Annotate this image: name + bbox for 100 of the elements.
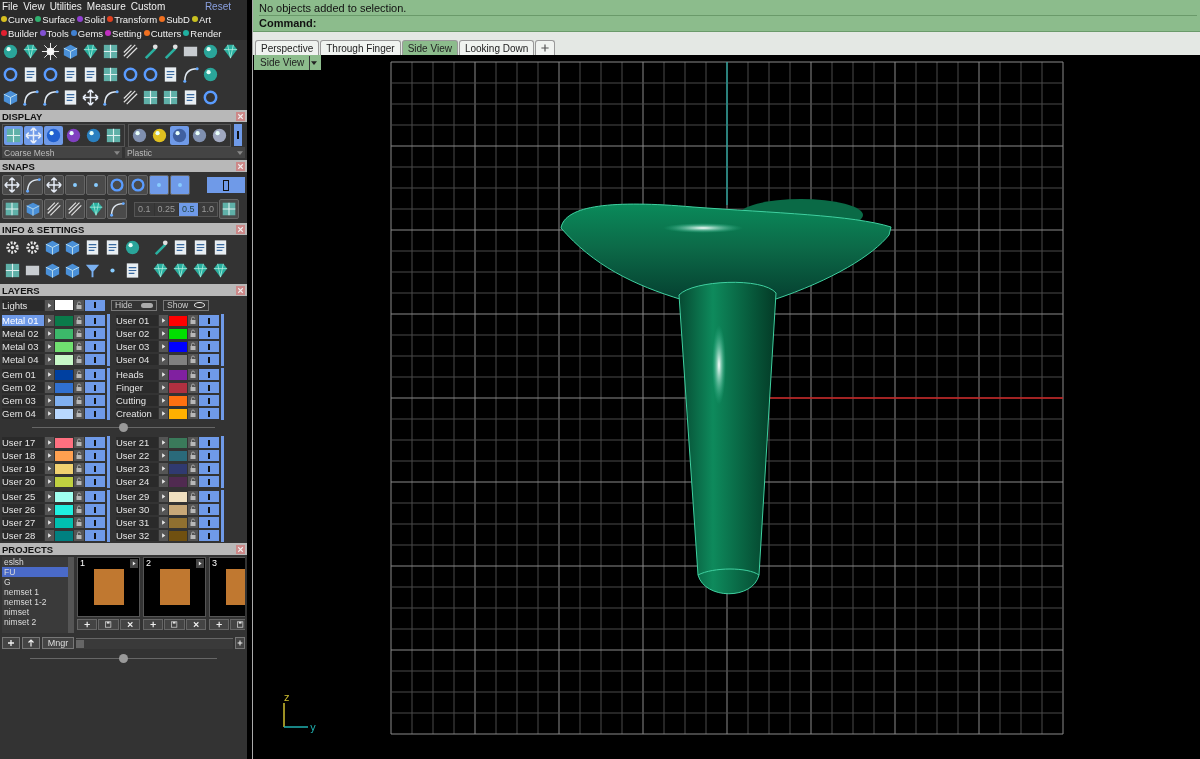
play-icon[interactable] — [45, 517, 54, 528]
play-icon[interactable] — [159, 395, 168, 406]
move-icon[interactable] — [44, 175, 64, 195]
splitter-handle[interactable] — [119, 653, 128, 663]
layer-name[interactable]: User 18 — [2, 450, 44, 461]
category-tab[interactable]: Gems — [77, 27, 104, 39]
color-swatch[interactable] — [169, 395, 187, 406]
thumbnail-slider[interactable] — [76, 637, 233, 649]
lock-icon[interactable] — [188, 476, 198, 487]
play-icon[interactable] — [159, 382, 168, 393]
visibility-toggle[interactable] — [85, 530, 105, 541]
color-swatch[interactable] — [55, 491, 73, 502]
play-icon[interactable] — [159, 491, 168, 502]
visibility-toggle[interactable] — [199, 369, 219, 380]
view-tab[interactable]: Looking Down — [458, 40, 535, 55]
lock-icon[interactable] — [188, 315, 198, 326]
layer-name[interactable]: User 29 — [116, 491, 158, 502]
grid-icon[interactable] — [3, 261, 22, 280]
visibility-toggle[interactable] — [199, 450, 219, 461]
lock-icon[interactable] — [74, 299, 84, 311]
cube-icon[interactable] — [61, 42, 80, 61]
visibility-toggle[interactable] — [85, 299, 105, 311]
scrollbar[interactable] — [221, 368, 224, 420]
color-swatch[interactable] — [55, 437, 73, 448]
layer-name[interactable]: Heads — [116, 369, 158, 380]
category-tab[interactable]: Solid — [84, 13, 106, 25]
visibility-toggle[interactable] — [85, 517, 105, 528]
project-item[interactable]: G — [2, 577, 68, 587]
visibility-toggle[interactable] — [199, 341, 219, 352]
color-swatch[interactable] — [55, 517, 73, 528]
color-swatch[interactable] — [169, 517, 187, 528]
play-icon[interactable] — [45, 315, 54, 326]
play-icon[interactable] — [130, 559, 138, 568]
visibility-toggle[interactable] — [85, 450, 105, 461]
layer-name[interactable]: User 24 — [116, 476, 158, 487]
gem-icon[interactable] — [211, 261, 230, 280]
visibility-toggle[interactable] — [85, 395, 105, 406]
toggle-button[interactable] — [234, 124, 242, 146]
visibility-toggle[interactable] — [85, 437, 105, 448]
command-prompt[interactable]: Command: — [259, 16, 1197, 32]
material-ball-icon[interactable] — [170, 125, 189, 145]
lock-icon[interactable] — [188, 491, 198, 502]
visibility-toggle[interactable] — [199, 315, 219, 326]
hide-button[interactable]: Hide — [111, 299, 157, 311]
layer-name[interactable]: Metal 02 — [2, 328, 44, 339]
ring-icon[interactable] — [201, 88, 220, 107]
visibility-toggle[interactable] — [199, 437, 219, 448]
sun-icon[interactable] — [41, 42, 60, 61]
curve-icon[interactable] — [23, 175, 43, 195]
play-icon[interactable] — [159, 517, 168, 528]
play-icon[interactable] — [159, 354, 168, 365]
cube-icon[interactable] — [43, 238, 62, 257]
scrollbar[interactable] — [221, 490, 224, 542]
lock-icon[interactable] — [74, 369, 84, 380]
visibility-toggle[interactable] — [85, 341, 105, 352]
layer-name[interactable]: Lights — [2, 299, 44, 311]
point-icon[interactable] — [86, 175, 106, 195]
visibility-toggle[interactable] — [85, 408, 105, 419]
menu-item[interactable]: Utilities — [49, 0, 82, 12]
play-icon[interactable] — [45, 341, 54, 352]
play-icon[interactable] — [159, 504, 168, 515]
layer-name[interactable]: User 21 — [116, 437, 158, 448]
visibility-toggle[interactable] — [199, 517, 219, 528]
lock-icon[interactable] — [74, 463, 84, 474]
cube-icon[interactable] — [43, 261, 62, 280]
color-swatch[interactable] — [55, 476, 73, 487]
lock-icon[interactable] — [188, 504, 198, 515]
visibility-toggle[interactable] — [85, 354, 105, 365]
view-tab[interactable]: Side View — [401, 40, 458, 55]
lock-icon[interactable] — [188, 437, 198, 448]
layer-name[interactable]: User 19 — [2, 463, 44, 474]
visibility-toggle[interactable] — [85, 476, 105, 487]
visibility-toggle[interactable] — [85, 504, 105, 515]
visibility-toggle[interactable] — [199, 476, 219, 487]
toggle-button[interactable] — [207, 177, 245, 193]
lock-icon[interactable] — [74, 491, 84, 502]
layer-name[interactable]: Metal 03 — [2, 341, 44, 352]
color-swatch[interactable] — [55, 369, 73, 380]
add-icon[interactable] — [2, 637, 20, 649]
color-swatch[interactable] — [55, 382, 73, 393]
layer-name[interactable]: User 30 — [116, 504, 158, 515]
category-tab[interactable]: Art — [198, 13, 212, 25]
ring-icon[interactable] — [1, 65, 20, 84]
save-icon[interactable] — [164, 619, 185, 630]
splitter-handle[interactable] — [119, 422, 128, 432]
slider-thumb[interactable] — [76, 639, 84, 648]
color-swatch[interactable] — [55, 450, 73, 461]
color-swatch[interactable] — [169, 450, 187, 461]
play-icon[interactable] — [45, 437, 54, 448]
cube-icon[interactable] — [63, 238, 82, 257]
visibility-toggle[interactable] — [199, 530, 219, 541]
lock-icon[interactable] — [74, 315, 84, 326]
lines-icon[interactable] — [121, 88, 140, 107]
ring-icon[interactable] — [41, 65, 60, 84]
view-tab[interactable]: Perspective — [255, 40, 320, 55]
lock-icon[interactable] — [188, 369, 198, 380]
grid-icon[interactable] — [101, 42, 120, 61]
gem-icon[interactable] — [171, 261, 190, 280]
project-item[interactable]: FU — [2, 567, 68, 577]
lock-icon[interactable] — [74, 450, 84, 461]
